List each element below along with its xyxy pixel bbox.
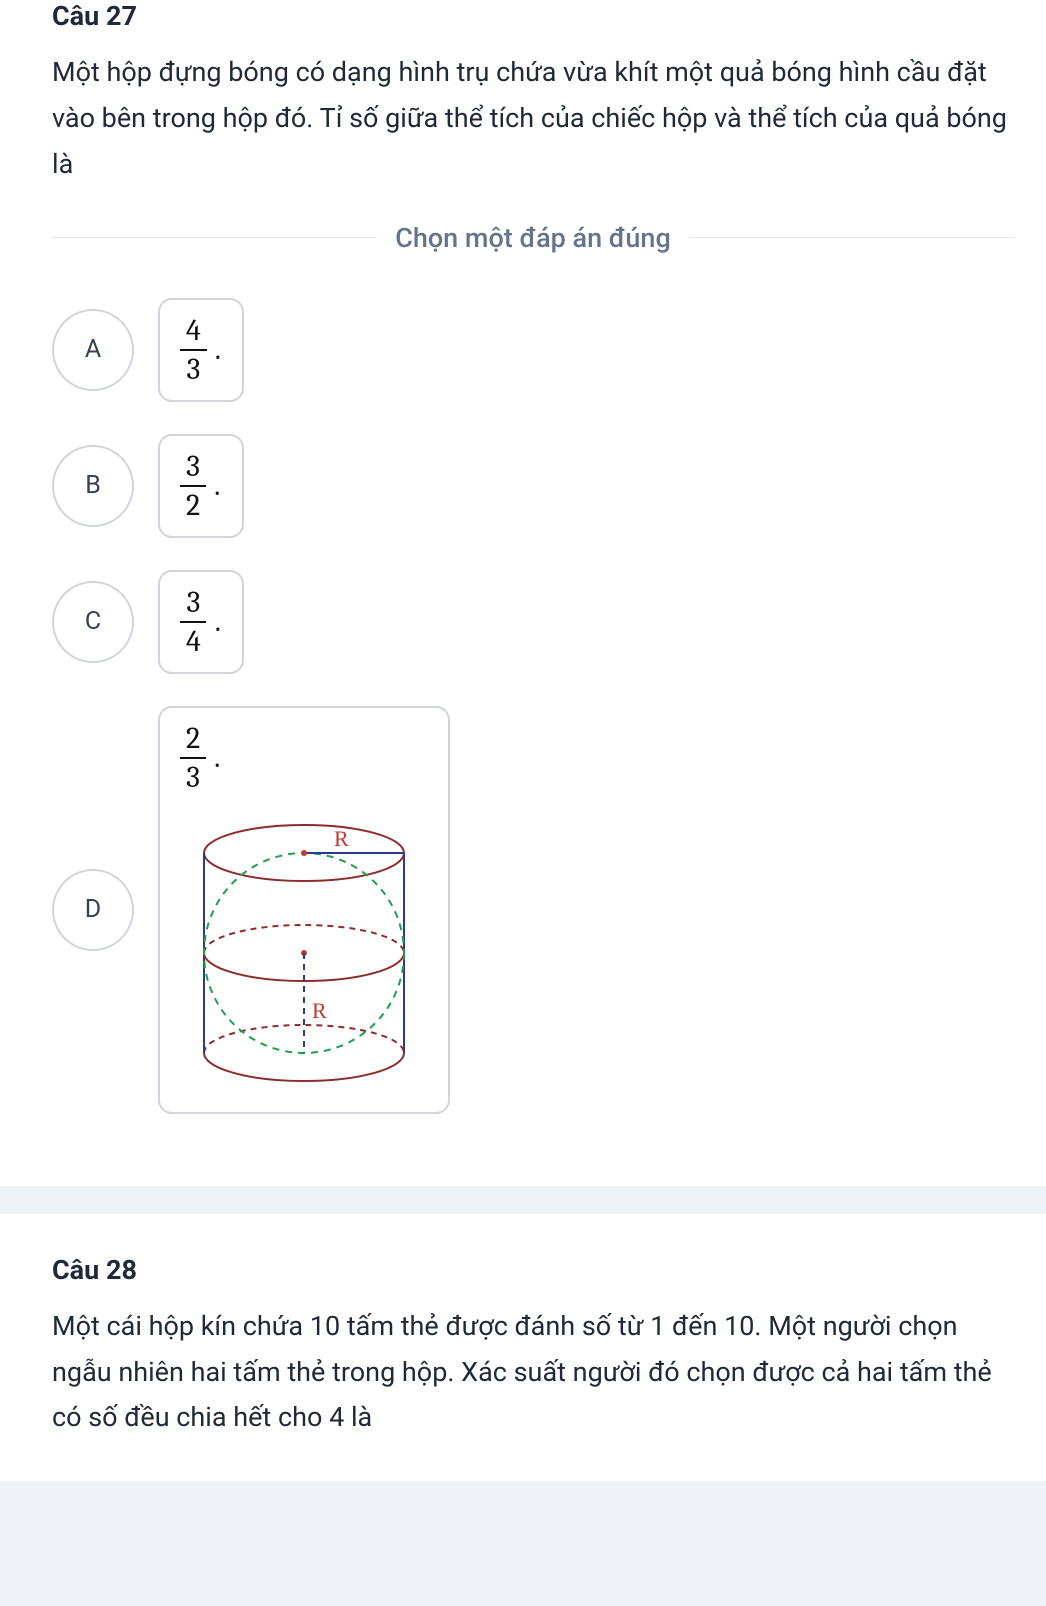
fraction-denominator: 2 [180,487,206,522]
radius-label-top: R [334,826,349,851]
question-title: Câu 28 [52,1254,1014,1286]
divider [52,237,377,238]
question-27: Câu 27 Một hộp đựng bóng có dạng hình tr… [0,0,1046,1186]
question-body: Một cái hộp kín chứa 10 tấm thẻ được đán… [52,1304,1014,1442]
option-content: 3 2 . [158,434,244,538]
option-c[interactable]: C 3 4 . [52,570,1014,674]
fraction-numerator: 2 [180,722,206,759]
cylinder-sphere-diagram: R R [184,808,424,1098]
option-b[interactable]: B 3 2 . [52,434,1014,538]
question-body: Một hộp đựng bóng có dạng hình trụ chứa … [52,50,1014,188]
question-title: Câu 27 [52,0,1014,32]
fraction-numerator: 3 [180,450,206,487]
fraction-denominator: 3 [180,759,206,794]
option-letter: D [52,869,134,951]
period: . [214,468,220,503]
option-a[interactable]: A 4 3 . [52,298,1014,402]
period: . [215,604,221,639]
instruction-text: Chọn một đáp án đúng [377,222,689,254]
option-letter: A [52,309,134,391]
option-content: 4 3 . [158,298,244,402]
fraction-denominator: 4 [180,623,207,658]
option-letter: C [52,581,134,663]
fraction-numerator: 3 [180,586,206,623]
period: . [215,332,221,367]
question-28: Câu 28 Một cái hộp kín chứa 10 tấm thẻ đ… [0,1214,1046,1482]
instruction-row: Chọn một đáp án đúng [52,222,1014,254]
option-letter: B [52,445,134,527]
divider [689,237,1014,238]
option-d[interactable]: D 2 3 . [52,706,1014,1114]
period: . [214,740,220,775]
option-content: 2 3 . [158,706,450,1114]
radius-label-bottom: R [312,998,327,1023]
fraction-numerator: 4 [180,314,207,351]
fraction-denominator: 3 [180,351,206,386]
option-content: 3 4 . [158,570,244,674]
